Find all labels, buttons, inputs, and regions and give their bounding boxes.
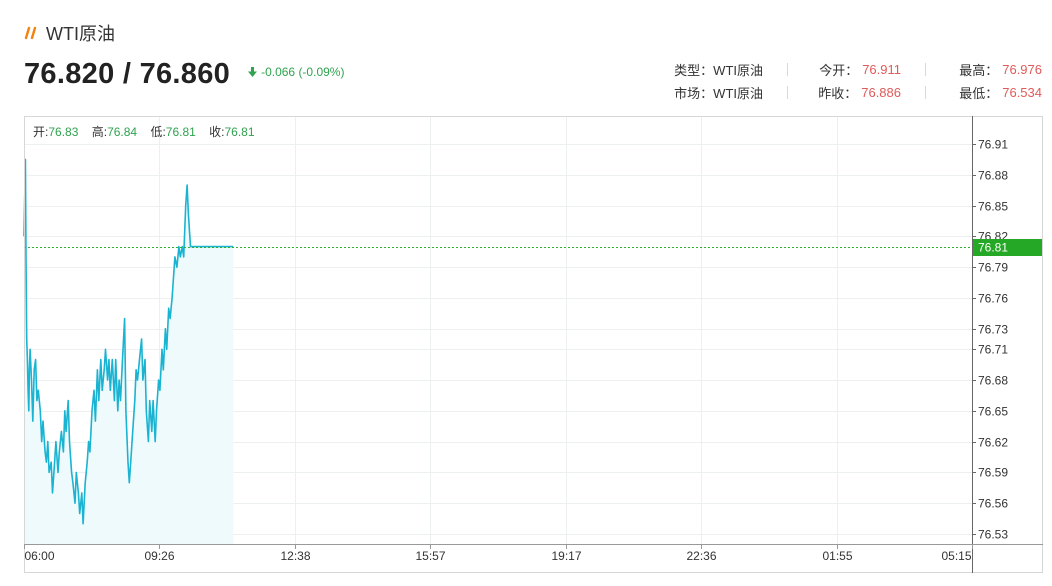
y-tick-label: 76.91 <box>978 138 1008 152</box>
y-tick-label: 76.56 <box>978 497 1008 511</box>
ohlc-low-label: 低: <box>150 125 165 139</box>
ohlc-readout: 开:76.83 高:76.84 低:76.81 收:76.81 <box>33 124 255 139</box>
y-tick-label: 76.53 <box>978 528 1008 542</box>
y-tick-label: 76.73 <box>978 323 1008 337</box>
y-tick-label: 76.85 <box>978 200 1008 214</box>
ohlc-high-label: 高: <box>92 124 107 139</box>
x-tick-label: 19:17 <box>551 549 581 563</box>
ohlc-open-value: 76.83 <box>48 125 78 139</box>
x-tick-label: 09:26 <box>144 549 174 563</box>
x-tick-label: 05:15 <box>941 549 971 563</box>
current-price-badge: 76.81 <box>973 239 1042 256</box>
y-tick-label: 76.62 <box>978 436 1008 450</box>
y-tick-label: 76.79 <box>978 261 1008 275</box>
ohlc-close-value: 76.81 <box>225 125 255 139</box>
current-price-badge-text: 76.81 <box>978 241 1008 255</box>
y-tick-label: 76.71 <box>978 343 1008 357</box>
x-tick-label: 22:36 <box>686 549 716 563</box>
x-axis-ticks: 06:00 09:26 12:38 15:57 19:17 22:36 01:55 05:15 <box>24 544 973 563</box>
ohlc-open-label: 开: <box>33 125 48 139</box>
y-tick-label: 76.88 <box>978 169 1008 183</box>
x-tick-label: 12:38 <box>280 549 310 563</box>
ohlc-high-value: 76.84 <box>107 125 137 139</box>
ohlc-close-label: 收: <box>209 125 224 139</box>
x-tick-label: 15:57 <box>415 549 445 563</box>
x-tick-label: 01:55 <box>822 549 852 563</box>
y-tick-label: 76.68 <box>978 374 1008 388</box>
price-area-fill <box>24 159 234 544</box>
y-tick-label: 76.65 <box>978 405 1008 419</box>
ohlc-low-value: 76.81 <box>166 125 196 139</box>
intraday-price-chart[interactable]: 76.9176.8876.8576.8276.7976.7676.7376.71… <box>0 0 1052 586</box>
y-axis-ticks: 76.9176.8876.8576.8276.7976.7676.7376.71… <box>972 138 1008 542</box>
y-tick-label: 76.59 <box>978 466 1008 480</box>
y-tick-label: 76.76 <box>978 292 1008 306</box>
x-tick-label: 06:00 <box>25 549 55 563</box>
